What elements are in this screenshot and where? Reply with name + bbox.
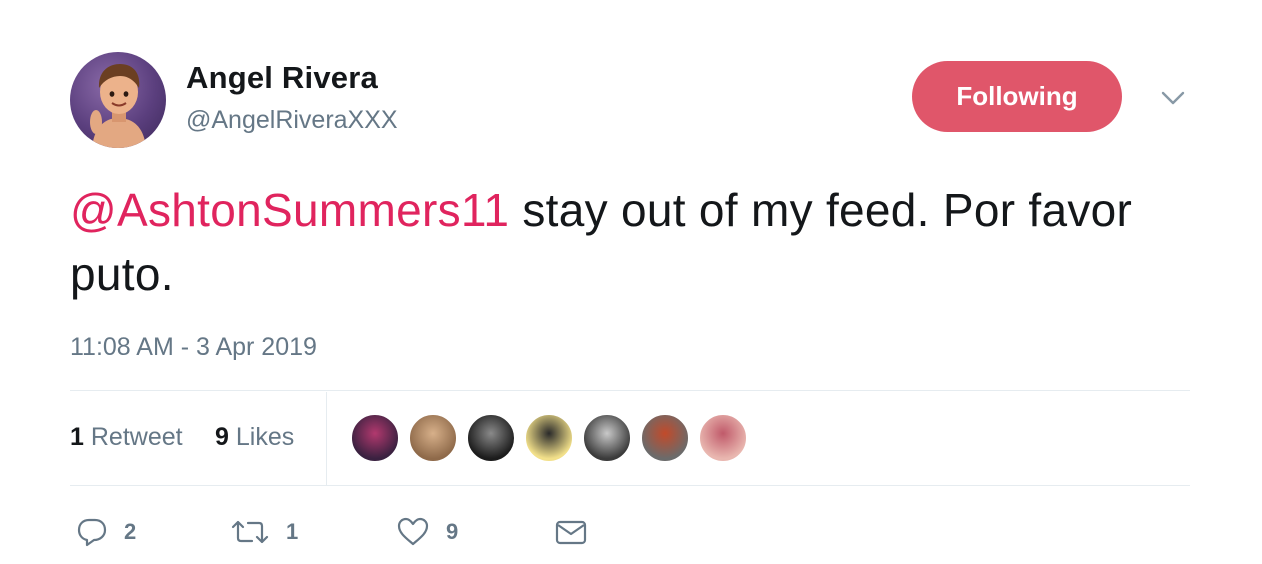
retweet-icon [231,520,269,544]
reply-icon [77,518,107,547]
liker-avatar[interactable] [466,413,516,463]
stats-separator [326,392,327,485]
likes-count: 9 [215,423,229,451]
likes-label: Likes [235,423,295,451]
retweets-label: Retweet [90,423,183,451]
divider [70,390,1190,391]
like-button[interactable]: 9 [396,508,458,556]
chevron-down-icon[interactable] [1158,86,1188,110]
author-handle[interactable]: @AngelRiveraXXX [186,106,398,135]
liker-avatar[interactable] [350,413,400,463]
reply-count: 2 [124,519,137,544]
liker-avatar[interactable] [640,413,690,463]
tweet-card: Angel Rivera @AngelRiveraXXX Following @… [0,0,1262,564]
heart-icon [397,517,429,546]
author-avatar[interactable] [70,52,166,148]
retweets-count: 1 [70,423,84,451]
tweet-text: @AshtonSummers11 stay out of my feed. Po… [70,178,1210,306]
like-count: 9 [446,519,459,544]
reply-button[interactable]: 2 [76,508,136,556]
tweet-timestamp[interactable]: 11:08 AM - 3 Apr 2019 [70,333,317,362]
likes-stat[interactable]: 9 Likes [215,423,294,452]
retweet-button[interactable]: 1 [230,508,298,556]
retweet-count: 1 [286,519,299,544]
tweet-stats: 1 Retweet 9 Likes [70,392,1190,485]
mention-link[interactable]: @AshtonSummers11 [70,184,509,236]
liker-avatar[interactable] [582,413,632,463]
liker-avatar[interactable] [524,413,574,463]
envelope-icon [555,520,587,545]
liker-avatar[interactable] [408,413,458,463]
divider [70,485,1190,486]
direct-message-button[interactable] [554,508,604,556]
retweets-stat[interactable]: 1 Retweet [70,423,183,452]
liker-avatar[interactable] [698,413,748,463]
author-display-name[interactable]: Angel Rivera [186,60,378,96]
following-button[interactable]: Following [912,61,1122,132]
tweet-actions: 2 1 9 [70,508,670,556]
